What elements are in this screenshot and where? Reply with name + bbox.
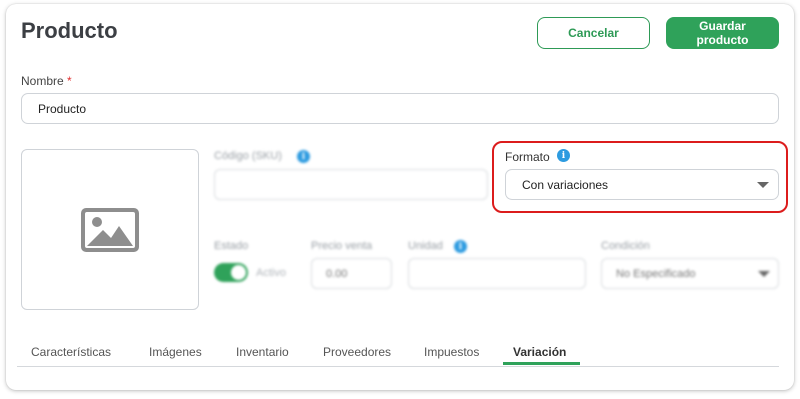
sku-label: Código (SKU) [214,150,282,162]
info-icon: i [297,150,310,163]
precio-input[interactable]: 0.00 [311,258,392,289]
condicion-label: Condición [601,240,650,252]
product-image-upload[interactable] [21,149,199,310]
toggle-knob [231,265,246,280]
estado-toggle[interactable] [214,263,248,282]
tab-inventario[interactable]: Inventario [236,345,289,359]
caret-down-icon [758,271,770,277]
condicion-select[interactable]: No Especificado [601,258,779,289]
formato-select[interactable]: Con variaciones [505,169,779,200]
estado-value: Activo [256,267,286,279]
sku-input[interactable] [214,169,488,200]
precio-label: Precio venta [311,240,373,252]
tab-imagenes[interactable]: Imágenes [149,345,202,359]
unidad-label: Unidad [408,240,443,252]
active-tab-indicator [503,362,580,365]
info-icon: i [454,240,467,253]
condicion-value: No Especificado [616,267,696,280]
product-tabs: Características Imágenes Inventario Prov… [17,340,779,367]
nombre-label: Nombre * [21,74,72,88]
image-icon [81,207,139,252]
formato-label: Formato [505,150,550,164]
save-product-button[interactable]: Guardar producto [666,17,779,49]
estado-label: Estado [214,240,249,252]
tab-caracteristicas[interactable]: Características [31,345,111,359]
unidad-input[interactable] [408,258,586,289]
nombre-input[interactable]: Producto [21,93,779,124]
cancel-button[interactable]: Cancelar [537,17,650,49]
caret-down-icon [757,182,769,188]
required-mark: * [67,74,72,88]
save-button-label: Guardar producto [696,19,749,47]
nombre-label-text: Nombre [21,74,64,88]
tab-proveedores[interactable]: Proveedores [323,345,391,359]
tab-impuestos[interactable]: Impuestos [424,345,479,359]
tab-variacion[interactable]: Variación [513,345,566,359]
formato-value: Con variaciones [522,177,609,192]
page-title: Producto [21,18,118,43]
info-icon: i [557,149,570,162]
